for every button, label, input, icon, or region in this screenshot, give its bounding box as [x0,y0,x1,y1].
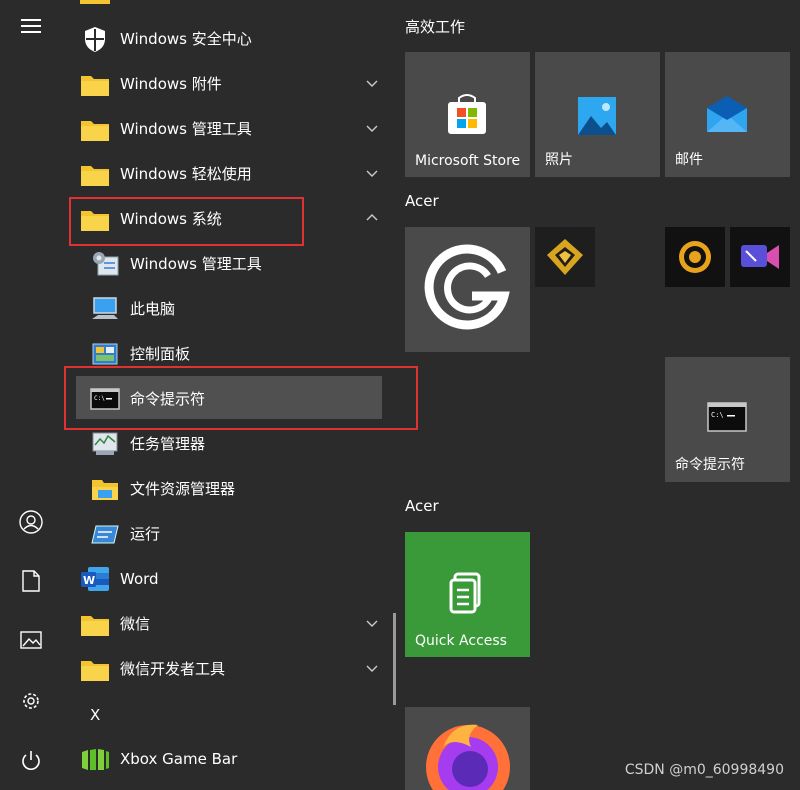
app-item-label: Word [120,569,159,588]
app-item-label: 运行 [130,525,161,543]
folder-icon [80,0,110,4]
tiles-area: 高效工作 Microsoft Store 照片 邮件 Acer C:\ 命令提示… [390,0,800,790]
app-item-this-pc[interactable]: 此电脑 [62,286,390,331]
tile-command-prompt[interactable]: C:\ 命令提示符 [665,357,790,482]
firefox-icon [423,717,513,790]
app-item-label: Windows 附件 [120,75,222,93]
chevron-down-icon[interactable] [364,120,380,136]
folder-windows-ease-of-access[interactable]: Windows 轻松使用 [62,151,390,196]
folder-icon [80,159,110,189]
chevron-up-icon[interactable] [364,210,380,226]
app-item-label: Windows 管理工具 [120,120,252,138]
tile-photos[interactable]: 照片 [535,52,660,177]
svg-text:W: W [83,574,95,587]
watermark-text: CSDN @m0_60998490 [624,762,784,778]
folder-icon [80,654,110,684]
app-item-label: 微信 [120,615,151,633]
tile-label: 照片 [545,152,573,168]
tile-acer-app[interactable] [405,227,530,352]
video-camera-icon [740,241,780,273]
pictures-icon[interactable] [15,624,47,656]
app-item-label: 控制面板 [130,345,191,363]
run-icon [90,519,120,549]
app-item-label: Windows 安全中心 [120,30,252,48]
tile-label: Microsoft Store [415,153,521,169]
hamburger-menu-icon[interactable] [15,10,47,42]
xbox-game-bar-icon [80,744,110,774]
tile-mail[interactable]: 邮件 [665,52,790,177]
photos-icon [577,96,617,136]
tile-video-app[interactable] [730,227,790,287]
section-letter-x[interactable]: X [90,706,100,724]
folder-windows-accessories[interactable]: Windows 附件 [62,61,390,106]
tile-group-header[interactable]: Acer [405,497,439,515]
task-manager-icon [90,429,120,459]
chevron-down-icon[interactable] [364,165,380,181]
folder-icon [80,69,110,99]
documents-icon[interactable] [15,565,47,597]
tile-camera-app[interactable] [665,227,725,287]
settings-gear-icon[interactable] [15,685,47,717]
file-explorer-icon [90,474,120,504]
folder-windows-admin-tools[interactable]: Windows 管理工具 [62,106,390,151]
left-rail [0,0,62,790]
admin-tools-icon [90,249,120,279]
app-item-label: 文件资源管理器 [130,480,236,498]
gold-emblem-icon [543,235,587,279]
app-item-windows-security[interactable]: Windows 安全中心 [62,16,390,61]
tile-group-header[interactable]: 高效工作 [405,16,465,37]
folder-icon [80,609,110,639]
store-icon [445,92,489,136]
svg-text:C:\: C:\ [711,411,724,419]
tile-group-header[interactable]: Acer [405,192,439,210]
app-item-label: 任务管理器 [130,435,206,453]
tile-label: Quick Access [415,633,507,649]
app-item-label: Xbox Game Bar [120,749,238,768]
app-item-label: Windows 管理工具 [130,255,262,273]
tile-label: 命令提示符 [675,457,745,473]
aperture-icon [675,237,715,277]
app-item-run[interactable]: 运行 [62,511,390,556]
chevron-down-icon[interactable] [364,75,380,91]
folder-wechat[interactable]: 微信 [62,601,390,646]
cmd-icon: C:\ [707,401,747,433]
chevron-down-icon[interactable] [364,615,380,631]
chevron-down-icon[interactable] [364,660,380,676]
app-item-label: 此电脑 [130,300,176,318]
annotation-red-box-command-prompt [64,366,418,430]
quick-access-icon [449,572,485,614]
shield-icon [80,24,110,54]
tile-microsoft-store[interactable]: Microsoft Store [405,52,530,177]
app-item-label: Windows 轻松使用 [120,165,252,183]
app-list: Windows 安全中心 Windows 附件 Windows 管理工具 Win… [62,0,418,790]
tile-firefox[interactable] [405,707,530,790]
app-item-xbox-game-bar[interactable]: Xbox Game Bar [62,736,390,781]
app-item-word[interactable]: W Word [62,556,390,601]
control-panel-icon [90,339,120,369]
annotation-red-box-windows-system [69,197,304,246]
tile-label: 邮件 [675,152,703,168]
tile-quick-access[interactable]: Quick Access [405,532,530,657]
tile-game-app[interactable] [535,227,595,287]
app-item-admin-tools[interactable]: Windows 管理工具 [62,241,390,286]
folder-wechat-devtools[interactable]: 微信开发者工具 [62,646,390,691]
mail-icon [705,94,749,134]
word-icon: W [80,564,110,594]
computer-icon [90,294,120,324]
acer-g-logo-icon [422,244,512,334]
app-item-file-explorer[interactable]: 文件资源管理器 [62,466,390,511]
user-avatar-icon[interactable] [15,506,47,538]
folder-icon [80,114,110,144]
power-icon[interactable] [15,745,47,777]
app-item-label: 微信开发者工具 [120,660,226,678]
